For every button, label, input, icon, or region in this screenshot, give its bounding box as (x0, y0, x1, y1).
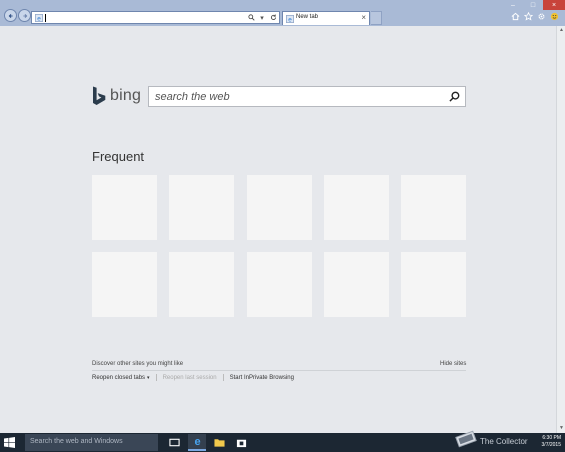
frequent-tiles-grid (92, 175, 466, 317)
vertical-scrollbar[interactable]: ▲ ▼ (556, 26, 565, 433)
clock-time: 6:30 PM (542, 435, 561, 441)
site-tile[interactable] (169, 252, 235, 317)
forward-button[interactable] (18, 9, 31, 22)
reopen-last-session-link: Reopen last session (162, 374, 217, 381)
search-icon[interactable] (247, 13, 255, 22)
store-icon (236, 439, 246, 448)
bottom-links: Reopen closed tabs ▾ Reopen last session … (92, 374, 294, 381)
tab-close-icon[interactable]: × (361, 13, 366, 23)
site-tile[interactable] (323, 252, 389, 317)
gear-icon[interactable] (537, 12, 546, 21)
bing-wordmark: bing (110, 87, 142, 104)
scroll-down-icon[interactable]: ▼ (558, 425, 565, 432)
browser-toolbar (511, 12, 559, 21)
search-icon (449, 91, 460, 102)
folder-icon (213, 439, 225, 447)
ie-tab-icon: e (286, 15, 294, 23)
site-tile[interactable] (169, 175, 235, 240)
window-controls: – □ × (503, 0, 565, 10)
clock-date: 3/7/2015 (541, 442, 561, 448)
start-inprivate-link[interactable]: Start InPrivate Browsing (230, 375, 294, 381)
site-tile[interactable] (246, 252, 312, 317)
hide-sites-link[interactable]: Hide sites (440, 361, 466, 367)
ie-page-icon: e (35, 14, 43, 22)
divider (92, 370, 466, 371)
separator (222, 374, 224, 381)
bing-search-input[interactable] (155, 90, 435, 104)
taskbar-explorer-button[interactable] (210, 434, 228, 451)
reopen-closed-tabs-label: Reopen closed tabs (92, 374, 146, 381)
svg-text:e: e (288, 16, 292, 23)
watermark-text: The Collector (480, 437, 528, 446)
reopen-closed-tabs-link[interactable]: Reopen closed tabs ▾ (92, 375, 150, 381)
refresh-icon[interactable] (269, 13, 277, 22)
site-tile[interactable] (246, 175, 312, 240)
dropdown-icon[interactable]: ▾ (258, 13, 266, 22)
internet-explorer-icon: e (194, 436, 200, 447)
bing-search-box[interactable] (148, 86, 466, 107)
task-view-button[interactable] (165, 434, 183, 451)
task-view-icon (168, 438, 180, 447)
discover-sites-link[interactable]: Discover other sites you might like (92, 361, 183, 367)
taskbar-ie-button[interactable]: e (188, 434, 206, 451)
windows-start-icon[interactable] (4, 437, 15, 448)
text-caret (45, 14, 46, 22)
new-tab-button[interactable] (371, 11, 382, 25)
taskbar-search-box[interactable]: Search the web and Windows (25, 434, 158, 451)
site-tile[interactable] (92, 175, 157, 240)
back-button[interactable] (4, 9, 17, 22)
search-submit-button[interactable] (448, 90, 461, 103)
home-icon[interactable] (511, 12, 520, 21)
site-tile[interactable] (401, 175, 466, 240)
forward-arrow-icon (22, 13, 27, 18)
close-window-button[interactable]: × (543, 0, 565, 10)
site-tile[interactable] (323, 175, 389, 240)
separator (155, 374, 157, 381)
system-clock[interactable]: 6:30 PM 3/7/2015 (542, 435, 561, 449)
site-tile[interactable] (401, 252, 466, 317)
star-icon[interactable] (524, 12, 533, 21)
back-arrow-icon (8, 13, 13, 18)
smiley-icon[interactable] (550, 12, 559, 21)
taskbar-search-placeholder: Search the web and Windows (30, 438, 123, 445)
scroll-up-icon[interactable]: ▲ (558, 27, 565, 34)
frequent-heading: Frequent (92, 149, 145, 164)
browser-chrome: e ▾ e New tab × – □ × (0, 0, 565, 26)
tab-new-tab[interactable]: e New tab × (282, 11, 370, 25)
svg-text:e: e (194, 436, 200, 447)
chevron-down-icon: ▾ (147, 374, 150, 381)
taskbar-store-button[interactable] (232, 434, 250, 451)
minimize-button[interactable]: – (503, 0, 523, 10)
bing-b-icon (93, 86, 106, 105)
site-tile[interactable] (92, 252, 157, 317)
bing-logo[interactable]: bing (92, 86, 142, 108)
tab-title: New tab (296, 14, 319, 20)
maximize-button[interactable]: □ (523, 0, 543, 10)
svg-text:e: e (37, 15, 41, 22)
address-bar[interactable]: e ▾ (31, 11, 280, 24)
